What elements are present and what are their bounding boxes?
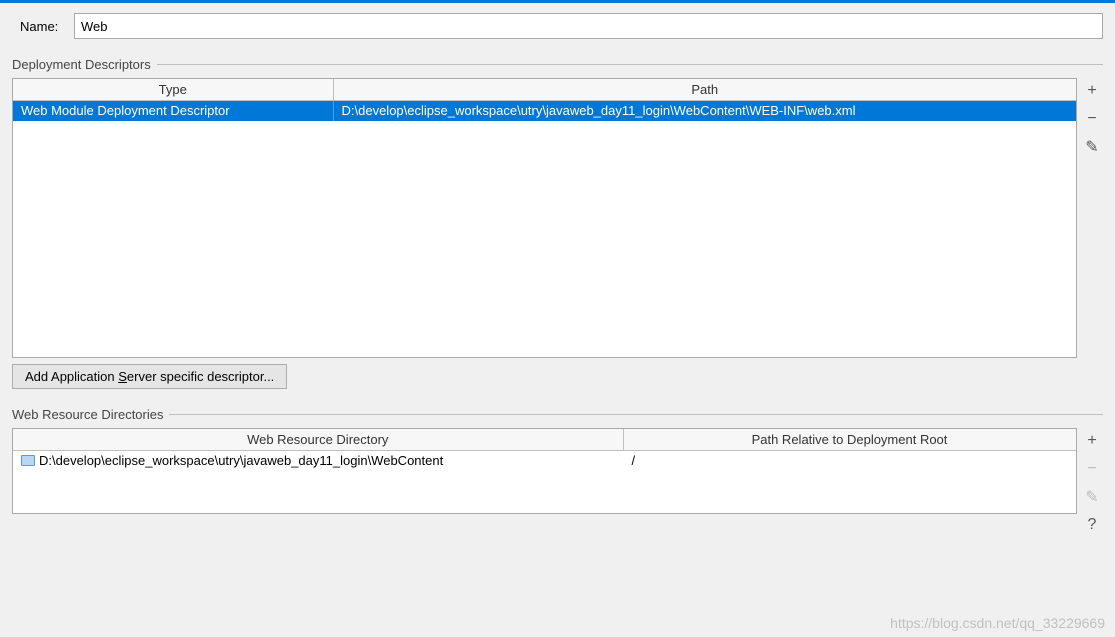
deployment-descriptors-title: Deployment Descriptors	[12, 57, 151, 72]
web-resource-directories-title: Web Resource Directories	[12, 407, 163, 422]
dd-header-type[interactable]: Type	[13, 79, 333, 101]
deployment-descriptors-table[interactable]: Type Path Web Module Deployment Descript…	[12, 78, 1077, 358]
add-server-descriptor-button[interactable]: Add Application Server specific descript…	[12, 364, 287, 389]
dd-header-path[interactable]: Path	[333, 79, 1076, 101]
watermark: https://blog.csdn.net/qq_33229669	[890, 615, 1105, 631]
wrd-header-relpath[interactable]: Path Relative to Deployment Root	[623, 429, 1076, 451]
dd-cell-type: Web Module Deployment Descriptor	[13, 101, 333, 121]
wrd-cell-relpath: /	[623, 451, 1076, 471]
dd-cell-path: D:\develop\eclipse_workspace\utry\javawe…	[333, 101, 1076, 121]
deployment-descriptors-section: Deployment Descriptors Type Path Web Mod…	[12, 57, 1103, 389]
btn-hotkey: S	[118, 369, 127, 384]
add-icon[interactable]: +	[1081, 80, 1103, 102]
web-resource-directories-table[interactable]: Web Resource Directory Path Relative to …	[12, 428, 1077, 514]
name-label: Name:	[20, 19, 66, 34]
table-row[interactable]: D:\develop\eclipse_workspace\utry\javawe…	[13, 451, 1076, 471]
folder-icon	[21, 455, 35, 466]
edit-icon[interactable]: ✎	[1081, 136, 1103, 158]
wrd-header-dir[interactable]: Web Resource Directory	[13, 429, 623, 451]
divider	[169, 414, 1103, 415]
remove-icon[interactable]: −	[1081, 108, 1103, 130]
btn-text-after: erver specific descriptor...	[127, 369, 274, 384]
remove-icon: −	[1081, 458, 1103, 480]
help-icon[interactable]: ?	[1081, 514, 1103, 536]
edit-icon: ✎	[1081, 486, 1103, 508]
name-input[interactable]	[74, 13, 1103, 39]
wrd-cell-dir: D:\develop\eclipse_workspace\utry\javawe…	[13, 451, 623, 471]
add-icon[interactable]: +	[1081, 430, 1103, 452]
divider	[157, 64, 1103, 65]
btn-text-before: Add Application	[25, 369, 118, 384]
table-row[interactable]: Web Module Deployment Descriptor D:\deve…	[13, 101, 1076, 121]
web-resource-directories-section: Web Resource Directories Web Resource Di…	[12, 407, 1103, 536]
